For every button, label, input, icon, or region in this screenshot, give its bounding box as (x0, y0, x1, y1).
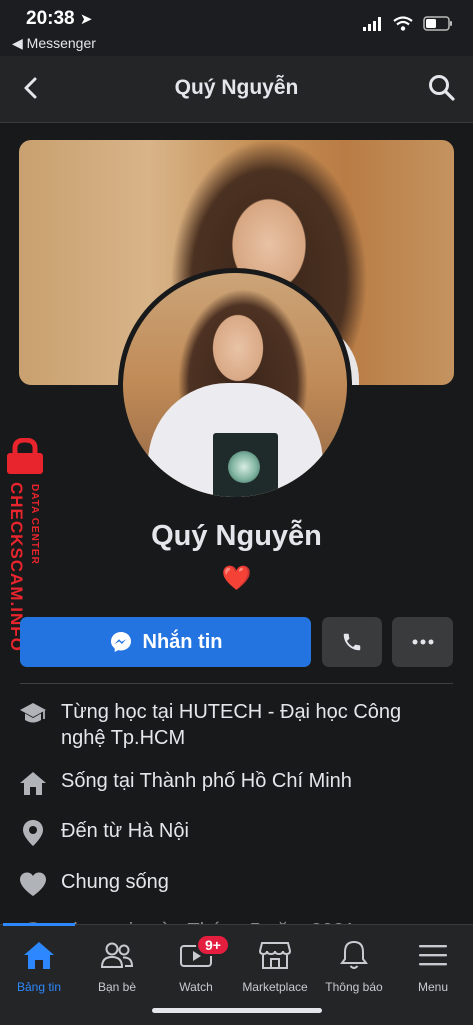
call-button[interactable] (322, 617, 382, 667)
phone-icon (343, 633, 361, 651)
divider (20, 683, 453, 684)
message-button[interactable]: Nhắn tin (20, 617, 311, 667)
info-from[interactable]: Đến từ Hà Nội (18, 818, 438, 848)
header-title: Quý Nguyễn (174, 76, 299, 99)
tab-menu[interactable]: Menu (393, 937, 473, 994)
bio-heart: ❤️ (221, 565, 252, 592)
status-icons (363, 16, 453, 31)
profile-name: Quý Nguyễn (151, 520, 322, 552)
message-button-label: Nhắn tin (142, 630, 223, 653)
home-icon (21, 937, 57, 973)
home-indicator (152, 1008, 322, 1013)
avatar-image (123, 273, 347, 497)
wifi-icon (393, 16, 413, 31)
info-lives-in[interactable]: Sống tại Thành phố Hồ Chí Minh (18, 768, 438, 798)
back-button[interactable] (18, 74, 46, 102)
search-button[interactable] (427, 73, 457, 103)
signal-icon (363, 16, 381, 31)
tab-news-feed[interactable]: Bảng tin (0, 937, 79, 994)
search-icon (429, 75, 455, 101)
active-tab-indicator (3, 923, 75, 926)
profile-avatar[interactable] (118, 268, 352, 502)
tab-friends[interactable]: Bạn bè (77, 937, 157, 994)
tab-marketplace[interactable]: Marketplace (235, 937, 315, 994)
back-to-app-link[interactable]: ◀ Messenger (12, 35, 96, 52)
more-horizontal-icon (412, 639, 433, 645)
lock-icon (7, 438, 43, 474)
location-pin-icon (18, 818, 48, 848)
graduation-cap-icon (18, 699, 48, 729)
menu-icon (415, 937, 451, 973)
messenger-icon (110, 632, 131, 652)
chevron-left-icon (24, 77, 37, 99)
more-options-button[interactable] (392, 617, 453, 667)
info-relationship[interactable]: Chung sống (18, 869, 438, 899)
marketplace-icon (257, 937, 293, 973)
heart-icon (18, 869, 48, 899)
battery-icon (423, 16, 452, 31)
tab-notifications[interactable]: Thông báo (314, 937, 394, 994)
watch-notification-badge: 9+ (196, 934, 230, 956)
bell-icon (336, 937, 372, 973)
friends-icon (99, 937, 135, 973)
status-time: 20:38 ➤ (26, 8, 93, 29)
info-education[interactable]: Từng học tại HUTECH - Đại học Công nghệ … (18, 699, 438, 751)
profile-header: Quý Nguyễn (0, 56, 473, 123)
home-icon (18, 768, 48, 798)
